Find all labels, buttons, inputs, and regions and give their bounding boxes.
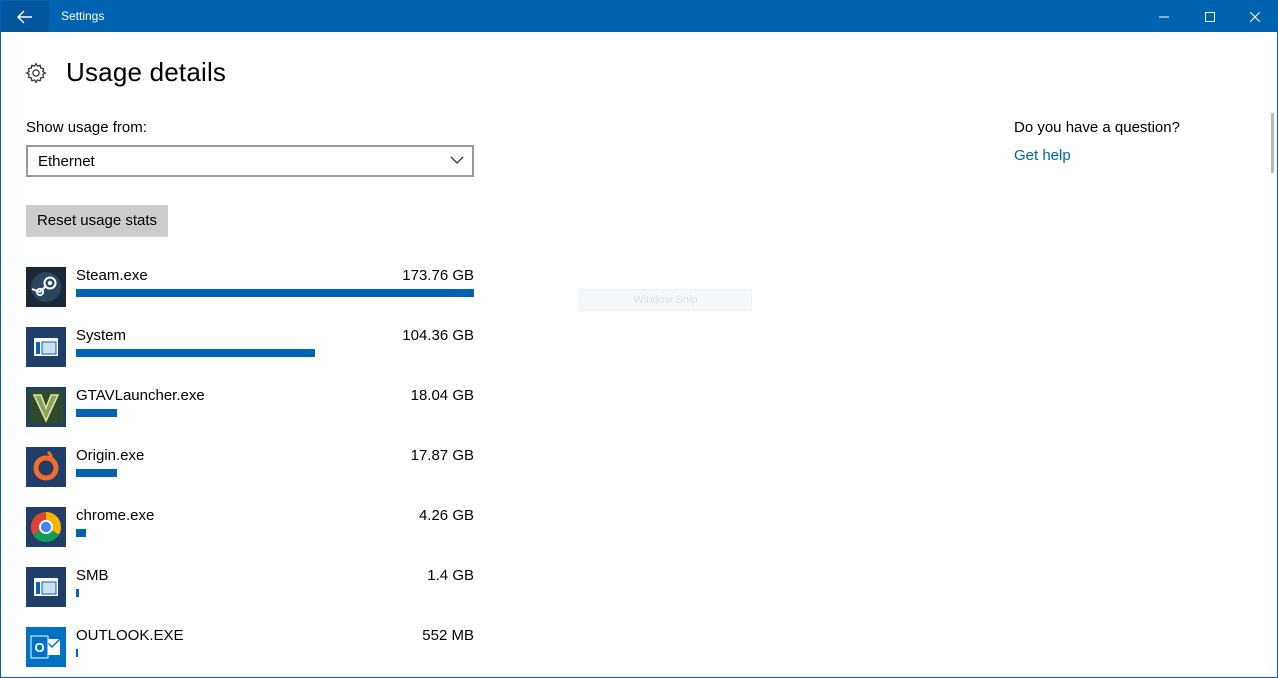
show-usage-label: Show usage from: — [26, 119, 147, 136]
usage-bar — [76, 469, 117, 477]
app-row[interactable]: SMB 1.4 GB — [26, 567, 474, 617]
window-title: Settings — [61, 9, 105, 23]
system-window-icon — [26, 567, 66, 607]
gtav-icon — [26, 387, 66, 427]
help-question: Do you have a question? — [1014, 119, 1180, 136]
app-row[interactable]: System 104.36 GB — [26, 327, 474, 377]
app-name: GTAVLauncher.exe — [76, 387, 205, 404]
app-row[interactable]: O OUTLOOK.EXE 552 MB — [26, 627, 474, 677]
svg-text:O: O — [34, 640, 44, 655]
usage-source-value: Ethernet — [38, 153, 95, 170]
back-arrow-icon — [17, 10, 32, 23]
app-name: SMB — [76, 567, 109, 584]
app-size: 1.4 GB — [427, 567, 474, 584]
app-row[interactable]: GTAVLauncher.exe 18.04 GB — [26, 387, 474, 437]
maximize-button[interactable] — [1187, 1, 1233, 32]
outlook-icon: O — [26, 627, 66, 667]
reset-usage-button[interactable]: Reset usage stats — [26, 205, 168, 237]
minimize-button[interactable] — [1141, 1, 1187, 32]
origin-icon — [26, 447, 66, 487]
app-size: 17.87 GB — [410, 447, 474, 464]
window-snip-overlay: Window Snip — [579, 289, 752, 311]
app-size: 18.04 GB — [410, 387, 474, 404]
page-title: Usage details — [66, 57, 227, 87]
chrome-icon — [26, 507, 66, 547]
usage-bar — [76, 529, 86, 537]
maximize-icon — [1205, 11, 1215, 22]
gear-icon — [25, 62, 47, 84]
usage-bar — [76, 349, 315, 357]
usage-bar — [76, 649, 78, 657]
steam-icon — [26, 267, 66, 307]
minimize-icon — [1159, 16, 1169, 17]
app-row[interactable]: Steam.exe 173.76 GB — [26, 267, 474, 317]
app-size: 173.76 GB — [402, 267, 474, 284]
app-row[interactable]: Origin.exe 17.87 GB — [26, 447, 474, 497]
get-help-link[interactable]: Get help — [1014, 147, 1071, 164]
app-size: 552 MB — [422, 627, 474, 644]
app-size: 104.36 GB — [402, 327, 474, 344]
usage-bar — [76, 409, 117, 417]
title-bar: Settings — [1, 1, 1277, 32]
app-row[interactable]: chrome.exe 4.26 GB — [26, 507, 474, 557]
app-name: Origin.exe — [76, 447, 145, 464]
app-size: 4.26 GB — [418, 507, 474, 524]
app-name: System — [76, 327, 127, 344]
usage-bar — [76, 589, 79, 597]
usage-bar — [76, 289, 474, 297]
chevron-down-icon — [450, 156, 464, 164]
close-button[interactable] — [1232, 1, 1278, 32]
system-window-icon — [26, 327, 66, 367]
close-icon — [1250, 11, 1260, 22]
back-button[interactable] — [1, 1, 49, 32]
scrollbar[interactable] — [1271, 113, 1274, 173]
app-name: OUTLOOK.EXE — [76, 627, 184, 644]
app-name: Steam.exe — [76, 267, 148, 284]
usage-source-dropdown[interactable]: Ethernet — [26, 145, 474, 177]
settings-window: Settings Usage details Show usage from: … — [0, 0, 1278, 678]
app-name: chrome.exe — [76, 507, 155, 524]
